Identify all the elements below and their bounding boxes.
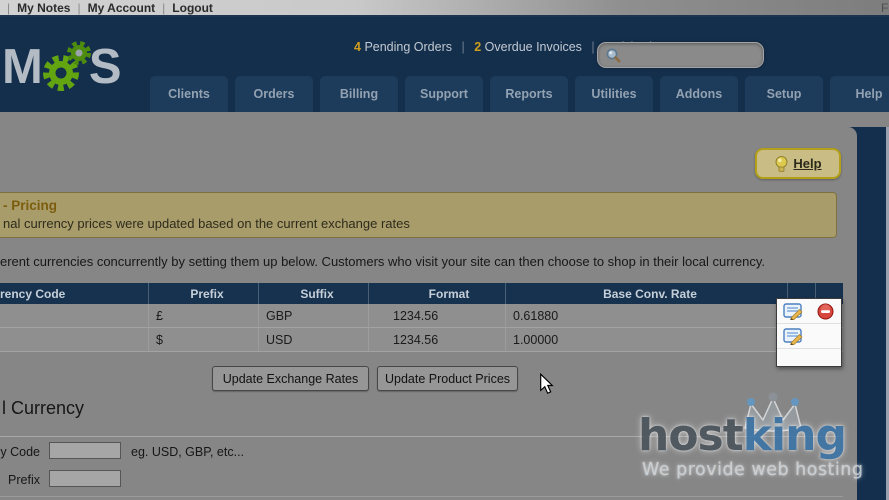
cell-format: 1234.56: [368, 328, 505, 351]
tab-help[interactable]: Help: [830, 76, 889, 112]
help-button-label: Help: [793, 156, 821, 171]
admin-header: M S 4 Pending Orders | 2 Overdue Invoice…: [0, 17, 889, 112]
cell-format: 1234.56: [368, 304, 505, 327]
hostking-tagline: We provide web hosting: [642, 460, 863, 480]
my-account-link[interactable]: My Account: [88, 1, 156, 15]
actions-row: [777, 324, 841, 349]
col-prefix: Prefix: [148, 283, 258, 304]
update-product-prices-button[interactable]: Update Product Prices: [377, 366, 518, 391]
logo-letter: M: [2, 43, 41, 92]
my-notes-link[interactable]: My Notes: [17, 1, 70, 15]
search-input[interactable]: [622, 48, 752, 62]
cell-suffix: USD: [258, 328, 368, 351]
col-currency-code: rency Code: [0, 283, 148, 304]
delete-icon: [817, 303, 834, 320]
prefix-label: Prefix: [0, 473, 40, 487]
topbar-separator: |: [77, 1, 80, 15]
col-format: Format: [368, 283, 505, 304]
currency-code-hint: eg. USD, GBP, etc...: [131, 445, 244, 459]
tab-addons[interactable]: Addons: [660, 76, 738, 112]
col-suffix: Suffix: [258, 283, 368, 304]
pricing-alert: - Pricing nal currency prices were updat…: [0, 192, 837, 238]
cell-code: [0, 328, 148, 351]
overdue-invoices-label[interactable]: Overdue Invoices: [485, 40, 582, 54]
topbar: | My Notes | My Account | Logout F: [0, 0, 889, 17]
cell-suffix: GBP: [258, 304, 368, 327]
pending-orders-label[interactable]: Pending Orders: [364, 40, 452, 54]
help-button[interactable]: Help: [755, 148, 841, 179]
cell-rate: 0.61880: [505, 304, 787, 327]
edit-currency-button[interactable]: [777, 299, 809, 323]
alert-title: - Pricing: [3, 198, 826, 213]
table-header-row: rency Code Prefix Suffix Format Base Con…: [0, 283, 843, 304]
currency-code-input[interactable]: [49, 442, 121, 459]
gear-icon: [39, 39, 91, 95]
mouse-cursor: [539, 373, 554, 395]
tab-reports[interactable]: Reports: [490, 76, 568, 112]
tab-setup[interactable]: Setup: [745, 76, 823, 112]
alert-body: nal currency prices were updated based o…: [3, 216, 826, 231]
table-row: £ GBP 1234.56 0.61880: [0, 304, 843, 328]
hostking-logo-text: hostking: [638, 410, 846, 461]
actions-row: [777, 299, 841, 324]
table-row: $ USD 1234.56 1.00000: [0, 328, 843, 352]
content-top-strip: [0, 112, 889, 127]
pending-orders-count: 4: [354, 40, 361, 54]
divider: [0, 496, 843, 497]
delete-currency-button[interactable]: [809, 299, 841, 323]
cropped-text-fragment: -: [3, 198, 8, 213]
window-chrome-fragment: F: [881, 1, 888, 15]
prefix-input[interactable]: [49, 470, 121, 487]
col-base-conv-rate: Base Conv. Rate: [505, 283, 787, 304]
intro-text: erent currencies concurrently by setting…: [0, 254, 840, 269]
edit-icon: [783, 328, 803, 345]
cell-prefix: £: [148, 304, 258, 327]
cell-prefix: $: [148, 328, 258, 351]
logout-link[interactable]: Logout: [172, 1, 213, 15]
cell-rate: 1.00000: [505, 328, 787, 351]
currency-code-label: y Code: [0, 445, 40, 459]
whmcs-logo: M S: [2, 39, 120, 95]
cell-code: [0, 304, 148, 327]
lightbulb-icon: [774, 155, 789, 173]
topbar-separator: |: [162, 1, 165, 15]
logo-letter: S: [89, 43, 120, 92]
tab-clients[interactable]: Clients: [150, 76, 228, 112]
search-icon: [605, 47, 622, 64]
row-actions-highlight-box: [776, 298, 842, 367]
tab-utilities[interactable]: Utilities: [575, 76, 653, 112]
tab-support[interactable]: Support: [405, 76, 483, 112]
add-currency-heading: l Currency: [2, 398, 84, 419]
currencies-table: rency Code Prefix Suffix Format Base Con…: [0, 283, 843, 352]
main-nav-tabs: Clients Orders Billing Support Reports U…: [150, 76, 889, 112]
edit-currency-button[interactable]: [777, 324, 809, 348]
overdue-invoices-count: 2: [474, 40, 481, 54]
edit-icon: [783, 303, 803, 320]
topbar-separator: |: [7, 1, 10, 15]
admin-search-box[interactable]: [597, 42, 764, 68]
tab-billing[interactable]: Billing: [320, 76, 398, 112]
tab-orders[interactable]: Orders: [235, 76, 313, 112]
update-exchange-rates-button[interactable]: Update Exchange Rates: [212, 366, 369, 391]
